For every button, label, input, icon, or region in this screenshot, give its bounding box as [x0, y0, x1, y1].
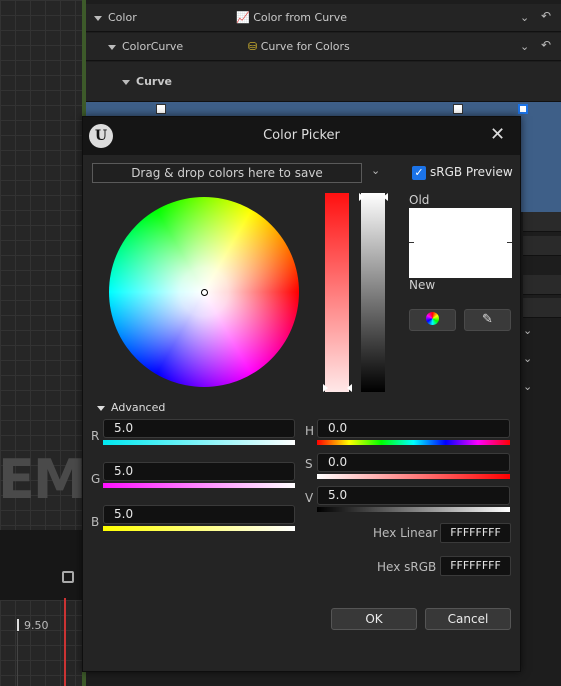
- dialog-titlebar[interactable]: U Color Picker ✕: [83, 117, 520, 155]
- color-dropzone[interactable]: Drag & drop colors here to save: [92, 163, 362, 183]
- v-input[interactable]: 5.0: [317, 486, 510, 505]
- expand-arrow-icon[interactable]: [108, 44, 116, 50]
- v-gradient[interactable]: [317, 507, 510, 512]
- property-row-color[interactable]: Color 📈 Color from Curve ⌄ ↶: [86, 4, 561, 32]
- r-gradient[interactable]: [103, 440, 295, 445]
- reset-icon[interactable]: ↶: [541, 9, 551, 23]
- g-gradient[interactable]: [103, 483, 295, 488]
- property-value[interactable]: ⛁ Curve for Colors: [248, 40, 350, 53]
- property-value[interactable]: 📈 Color from Curve: [236, 11, 347, 24]
- dialog-title: Color Picker: [263, 128, 340, 143]
- property-row-curve[interactable]: Curve ⤵⌄ ⬈ ⩍ ⇳ »: [86, 62, 561, 157]
- advanced-toggle[interactable]: Advanced: [97, 401, 165, 414]
- b-gradient[interactable]: [103, 526, 295, 531]
- saturation-slider[interactable]: [325, 193, 349, 392]
- curve-key-selected[interactable]: [518, 104, 528, 114]
- s-input[interactable]: 0.0: [317, 453, 510, 472]
- reset-icon[interactable]: ↶: [541, 38, 551, 52]
- h-label: H: [305, 424, 315, 438]
- slider-marker[interactable]: [383, 193, 388, 201]
- color-wheel-icon: [426, 312, 439, 325]
- r-label: R: [91, 429, 100, 443]
- viewport-watermark: EM: [0, 448, 87, 511]
- property-label: Curve: [122, 75, 172, 88]
- property-strip: [523, 298, 561, 318]
- expand-arrow-icon[interactable]: [94, 15, 102, 21]
- close-icon[interactable]: ✕: [490, 124, 505, 145]
- color-swatch-old-new: [409, 208, 512, 278]
- chevron-down-icon[interactable]: ⌄: [523, 324, 532, 337]
- s-label: S: [305, 457, 313, 471]
- srgb-preview-label: sRGB Preview: [430, 165, 513, 179]
- timeline-header: [0, 530, 82, 600]
- property-strip: [523, 236, 561, 256]
- eyedropper-icon: ✎: [482, 312, 493, 327]
- property-strip: [523, 275, 561, 295]
- srgb-preview-checkbox[interactable]: ✓: [412, 166, 426, 180]
- swatch-divider: [507, 242, 512, 243]
- curve-icon: 📈: [236, 11, 250, 24]
- chevron-down-icon[interactable]: ⌄: [523, 352, 532, 365]
- color-picker-dialog: U Color Picker ✕ Drag & drop colors here…: [82, 116, 521, 672]
- ok-button[interactable]: OK: [331, 608, 417, 630]
- new-color-label: New: [409, 278, 436, 292]
- property-label: ColorCurve: [108, 40, 183, 53]
- old-color-label: Old: [409, 193, 430, 207]
- v-label: V: [305, 491, 314, 505]
- h-input[interactable]: 0.0: [317, 419, 510, 438]
- timeline-value: 9.50: [24, 619, 49, 632]
- b-label: B: [91, 515, 100, 529]
- property-label: Color: [94, 11, 137, 24]
- playhead[interactable]: [64, 598, 66, 686]
- timeline-tick: [17, 619, 19, 631]
- property-strip: [523, 212, 561, 232]
- eyedropper-button[interactable]: ✎: [464, 309, 511, 331]
- slider-marker[interactable]: [359, 193, 364, 201]
- cancel-button[interactable]: Cancel: [425, 608, 511, 630]
- viewport-grid[interactable]: EM 9.50: [0, 0, 87, 686]
- curve-key[interactable]: [156, 104, 166, 114]
- b-input[interactable]: 5.0: [103, 505, 295, 524]
- app-root: EM 9.50 Color 📈 Color from Curve ⌄ ↶ Col…: [0, 0, 561, 686]
- hex-srgb-label: Hex sRGB: [377, 560, 437, 574]
- property-row-colorcurve[interactable]: ColorCurve ⛁ Curve for Colors ⌄ ↶: [86, 33, 561, 61]
- hex-linear-input[interactable]: FFFFFFFF: [440, 523, 511, 543]
- chevron-down-icon[interactable]: ⌄: [523, 380, 532, 393]
- r-input[interactable]: 5.0: [103, 419, 295, 438]
- slider-marker[interactable]: [347, 384, 352, 392]
- s-gradient[interactable]: [317, 474, 510, 479]
- hex-srgb-input[interactable]: FFFFFFFF: [440, 556, 511, 576]
- lock-icon[interactable]: [62, 571, 74, 583]
- chevron-down-icon[interactable]: ⌄: [371, 164, 380, 177]
- hex-linear-label: Hex Linear: [373, 526, 438, 540]
- swatch-divider: [409, 242, 414, 243]
- slider-marker[interactable]: [323, 384, 328, 392]
- value-slider[interactable]: [361, 193, 385, 392]
- g-label: G: [91, 472, 101, 486]
- color-wheel-mode-button[interactable]: [409, 309, 456, 331]
- g-input[interactable]: 5.0: [103, 462, 295, 481]
- expand-arrow-icon[interactable]: [122, 79, 130, 85]
- h-gradient[interactable]: [317, 440, 510, 445]
- expand-arrow-icon: [97, 405, 105, 411]
- chevron-down-icon[interactable]: ⌄: [520, 40, 529, 53]
- color-wheel-selector[interactable]: [201, 289, 208, 296]
- timeline-line: [17, 632, 18, 686]
- curve-key[interactable]: [453, 104, 463, 114]
- chevron-down-icon[interactable]: ⌄: [520, 11, 529, 24]
- asset-icon: ⛁: [248, 40, 258, 53]
